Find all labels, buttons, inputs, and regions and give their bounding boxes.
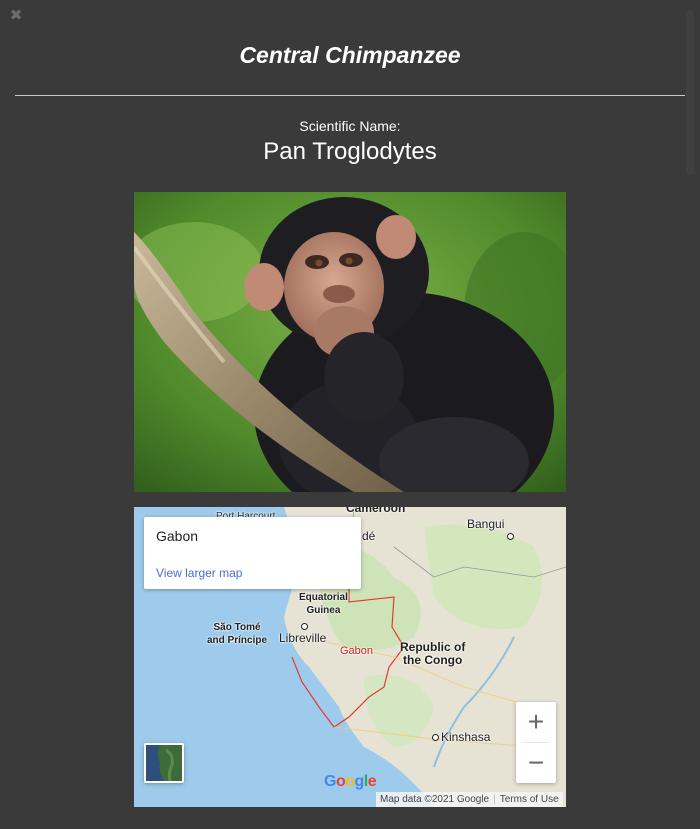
google-logo-letter: e [367,773,377,790]
map-data-credit: Map data ©2021 Google [380,794,490,805]
zoom-in-button[interactable]: + [516,702,556,742]
map-label-congo: Republic of the Congo [400,640,466,667]
map-label-gabon: Gabon [340,645,374,657]
map-place-title: Gabon [156,528,199,544]
map-info-card: Gabon View larger map [144,517,361,589]
terms-of-use-link[interactable]: Terms of Use [500,794,559,805]
map-label-sao-tome: São Tomé and Príncipe [207,622,268,646]
chimpanzee-photo [134,192,566,492]
satellite-view-toggle[interactable] [144,743,184,783]
google-logo: Google [324,773,377,791]
scientific-name-value: Pan Troglodytes [263,138,437,165]
google-logo-letter: g [354,773,365,790]
map-city-dot-bangui [507,533,514,540]
scientific-name-label: Scientific Name: [299,118,401,134]
map-embed[interactable]: Port Harcourt Cameroon Bangui dé Equator… [134,507,566,807]
map-attribution: Map data ©2021 Google | Terms of Use [376,792,563,807]
map-city-dot-kinshasa [432,734,439,741]
google-logo-letter: o [335,773,346,790]
view-larger-map-link[interactable]: View larger map [156,566,242,580]
map-label-cameroon: Cameroon [346,507,406,515]
google-logo-letter: o [345,773,355,790]
page-title: Central Chimpanzee [239,42,461,68]
close-icon[interactable]: ✖ [9,8,23,24]
title-divider [15,95,685,96]
map-label-kinshasa: Kinshasa [441,730,491,744]
map-label-equatorial-guinea: Equatorial Guinea [299,592,348,616]
map-label-yaounde: dé [362,529,376,543]
zoom-out-button[interactable]: − [516,743,556,783]
map-label-bangui: Bangui [467,517,505,531]
map-city-dot-libreville [301,623,308,630]
map-zoom-controls: + − [516,702,556,783]
google-logo-letter: G [324,773,336,790]
map-label-libreville: Libreville [279,631,327,645]
species-modal: ✖ Central Chimpanzee Scientific Name: Pa… [0,0,700,829]
